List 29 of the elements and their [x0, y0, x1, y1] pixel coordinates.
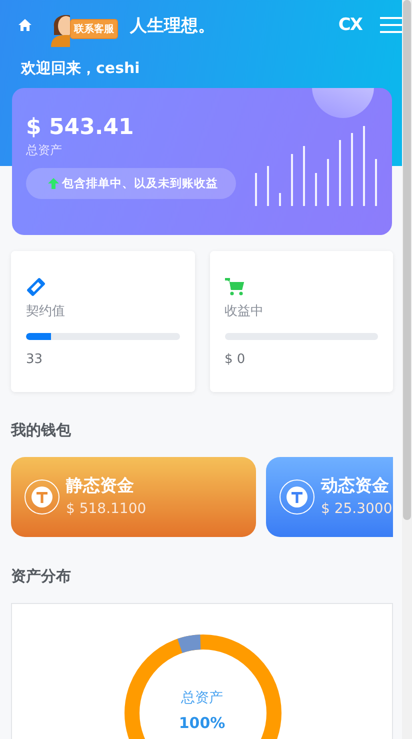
- menu-icon[interactable]: [380, 16, 402, 34]
- up-arrow-icon: [48, 178, 59, 189]
- stat-label: 收益中: [224, 303, 264, 321]
- wallet-name: 动态资金: [321, 475, 390, 497]
- balance-label: 总资产: [26, 142, 63, 158]
- chart-center-value: 100%: [178, 714, 226, 732]
- wallet-card[interactable]: 静态资金 $ 518.1100: [11, 457, 256, 537]
- shopping-cart-icon: [224, 278, 244, 296]
- marquee-text: 人生理想。: [130, 14, 215, 36]
- scrollbar[interactable]: [402, 0, 412, 739]
- stat-label: 契约值: [26, 303, 66, 321]
- chart-center-label: 总资产: [181, 689, 223, 708]
- wallet-card[interactable]: 动态资金 $ 25.3000: [266, 457, 393, 537]
- home-icon[interactable]: [18, 18, 32, 32]
- balance-amount: $ 543.41: [26, 114, 134, 142]
- stat-value: $ 0: [224, 352, 246, 367]
- wallet-amount: $ 25.3000: [321, 500, 392, 519]
- section-title: 资产分布: [11, 567, 71, 585]
- welcome-text: 欢迎回来，ceshi: [20, 58, 141, 79]
- wallet-amount: $ 518.1100: [66, 500, 146, 519]
- brand-logo: CX: [338, 15, 362, 35]
- wallet-name: 静态资金: [66, 475, 135, 497]
- scrollbar-thumb[interactable]: [403, 0, 411, 520]
- coin-icon: [24, 479, 60, 515]
- info-pill: 包含排单中、以及未到账收益: [26, 168, 236, 199]
- coin-icon: [279, 479, 315, 515]
- support-badge[interactable]: 联系客服: [70, 19, 118, 39]
- section-title: 我的钱包: [11, 421, 71, 439]
- stat-value: 33: [26, 352, 44, 367]
